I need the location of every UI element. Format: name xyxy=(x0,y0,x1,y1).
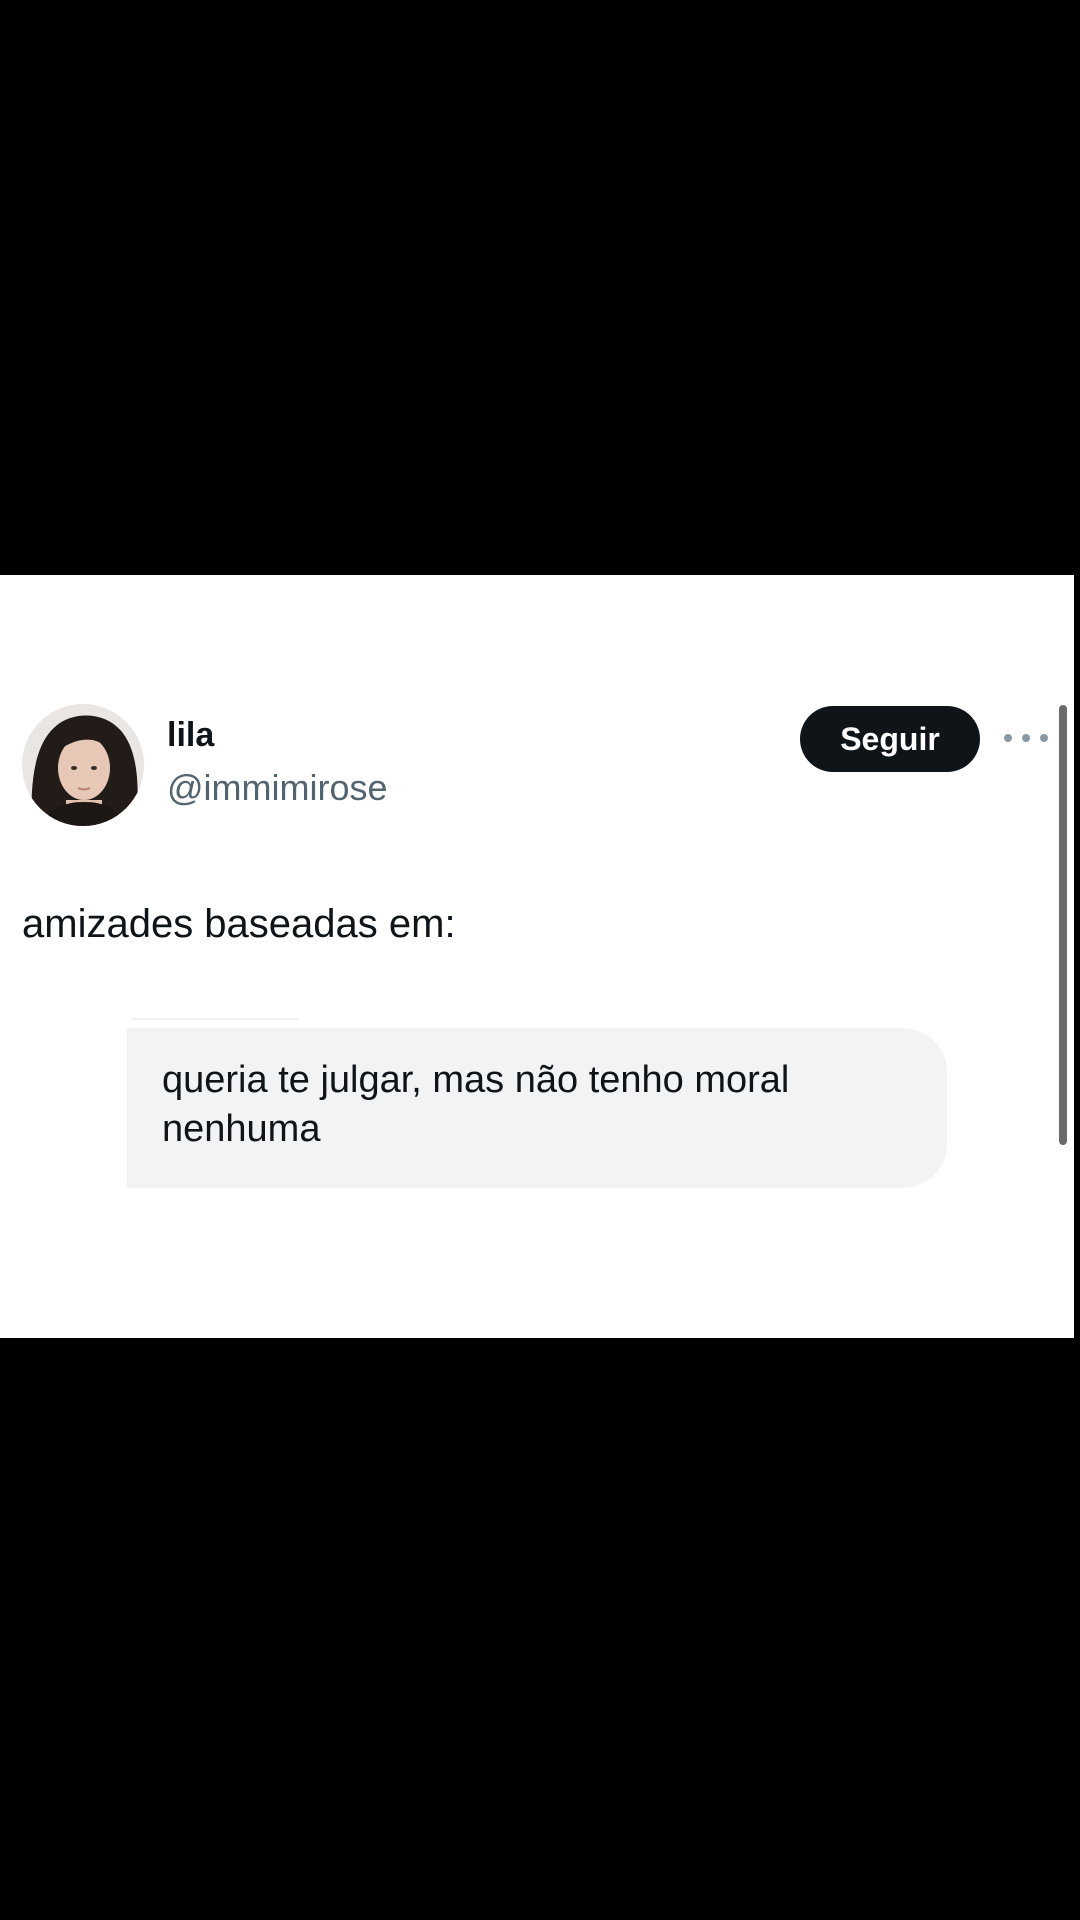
more-dot xyxy=(1004,734,1012,742)
more-dot xyxy=(1040,734,1048,742)
display-name[interactable]: lila xyxy=(167,718,214,752)
user-handle[interactable]: @immimirose xyxy=(167,770,388,806)
avatar-image xyxy=(22,704,144,826)
scrollbar[interactable] xyxy=(1059,705,1067,1145)
quoted-chat-bubble: queria te julgar, mas não tenho moral ne… xyxy=(127,1028,947,1188)
avatar[interactable] xyxy=(22,704,144,826)
more-dot xyxy=(1022,734,1030,742)
quote-divider xyxy=(132,1018,298,1020)
more-horizontal-icon[interactable] xyxy=(1004,727,1048,749)
tweet-card: lila @immimirose Seguir amizades baseada… xyxy=(0,575,1074,1338)
tweet-text: amizades baseadas em: xyxy=(22,902,456,946)
follow-button[interactable]: Seguir xyxy=(800,706,980,772)
